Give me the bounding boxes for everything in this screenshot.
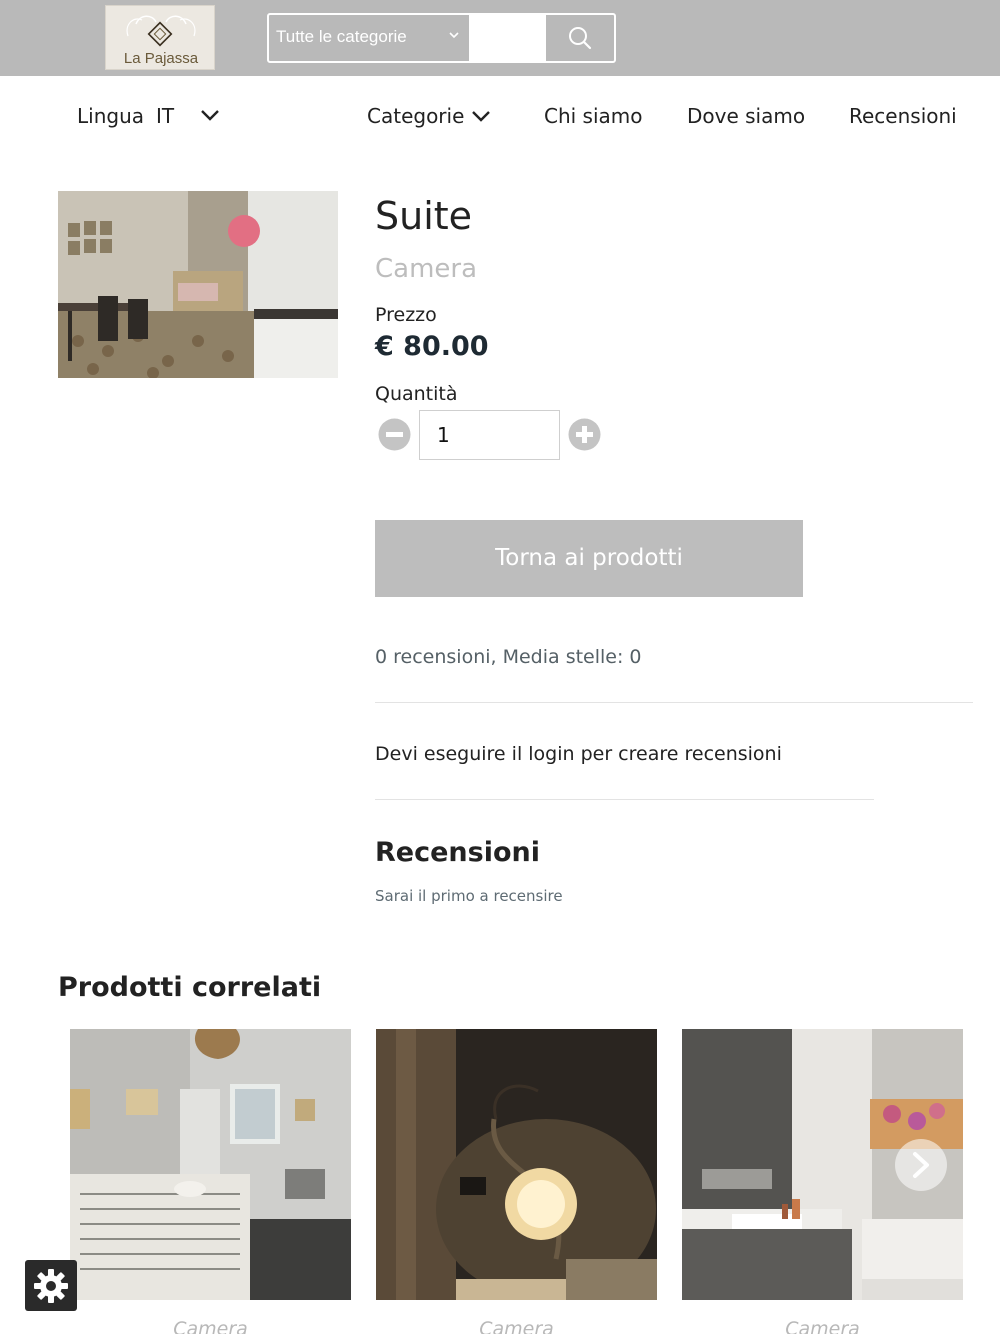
reviews-heading: Recensioni <box>375 837 540 868</box>
related-product-category: Camera <box>479 1318 554 1334</box>
settings-button[interactable] <box>25 1260 77 1311</box>
carousel-next-button[interactable] <box>895 1139 947 1191</box>
quantity-label: Quantità <box>375 383 458 405</box>
gear-icon <box>34 1269 68 1303</box>
related-product-card[interactable] <box>376 1029 657 1300</box>
price-label: Prezzo <box>375 304 437 326</box>
divider <box>375 799 874 800</box>
chevron-down-icon[interactable] <box>470 107 492 125</box>
search-icon <box>569 27 592 50</box>
logo-text: La Pajassa <box>123 50 199 67</box>
search-input[interactable] <box>471 15 544 61</box>
nav-item-chi-siamo[interactable]: Chi siamo <box>544 104 643 128</box>
category-select-label: Tutte le categorie <box>276 27 407 46</box>
product-image[interactable] <box>58 191 338 378</box>
reviews-summary: 0 recensioni, Media stelle: 0 <box>375 646 642 668</box>
reviews-empty-text: Sarai il primo a recensire <box>375 887 563 905</box>
search-bar: Tutte le categorie <box>267 13 616 63</box>
related-product-category: Camera <box>785 1318 860 1334</box>
quantity-stepper[interactable] <box>419 410 560 460</box>
product-category: Camera <box>375 254 478 284</box>
category-select[interactable]: Tutte le categorie <box>269 15 471 61</box>
related-product-category: Camera <box>173 1318 248 1334</box>
language-label: Lingua <box>77 104 145 128</box>
search-button[interactable] <box>544 15 614 61</box>
language-selector[interactable]: IT <box>156 104 174 128</box>
chevron-down-icon[interactable] <box>199 106 221 124</box>
nav-item-recensioni[interactable]: Recensioni <box>849 104 957 128</box>
top-bar: La Pajassa Tutte le categorie <box>0 0 1000 76</box>
login-note: Devi eseguire il login per creare recens… <box>375 743 782 765</box>
chevron-down-icon <box>449 32 459 39</box>
product-title: Suite <box>375 194 473 238</box>
related-product-card[interactable] <box>70 1029 351 1300</box>
minus-circle-icon[interactable] <box>378 418 411 451</box>
related-product-image <box>376 1029 657 1300</box>
back-to-products-button[interactable]: Torna ai prodotti <box>375 520 803 597</box>
related-products-heading: Prodotti correlati <box>58 972 322 1003</box>
related-product-image <box>70 1029 351 1300</box>
nav-item-dove-siamo[interactable]: Dove siamo <box>687 104 805 128</box>
plus-circle-icon[interactable] <box>568 418 601 451</box>
divider <box>375 702 973 703</box>
site-logo[interactable]: La Pajassa <box>105 5 215 70</box>
nav-item-categorie[interactable]: Categorie <box>367 104 464 128</box>
price-value: € 80.00 <box>375 331 489 362</box>
chevron-right-icon <box>913 1152 929 1178</box>
